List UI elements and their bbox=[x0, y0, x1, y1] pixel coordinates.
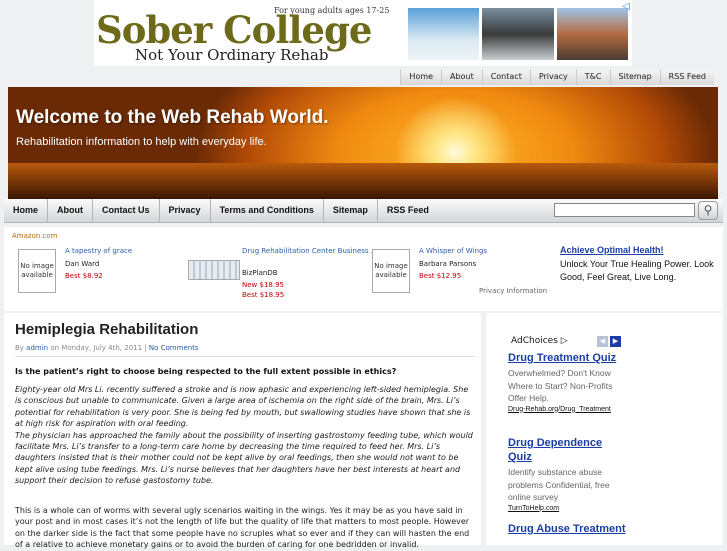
topnav-tc[interactable]: T&C bbox=[575, 70, 610, 85]
sidebar-ad[interactable]: Drug Treatment Quiz Overwhelmed? Don't K… bbox=[508, 351, 628, 415]
product-price: Best $8.92 bbox=[65, 272, 103, 280]
meta-by: By bbox=[15, 344, 27, 352]
post-body-paragraph: This is a whole can of worms with severa… bbox=[15, 506, 470, 550]
adchoices-text: AdChoices bbox=[511, 336, 558, 346]
search-input[interactable] bbox=[554, 203, 695, 217]
main-nav: Home About Contact Us Privacy Terms and … bbox=[4, 199, 723, 223]
amazon-widget: Amazon.com No image available A tapestry… bbox=[4, 227, 723, 311]
banner-photo-snow bbox=[408, 8, 480, 60]
search-icon[interactable]: ⚲ bbox=[698, 201, 718, 220]
post-content: Hemiplegia Rehabilitation By admin on Mo… bbox=[4, 313, 481, 549]
ad-body: Overwhelmed? Don't Know Where to Start? … bbox=[508, 368, 613, 403]
topnav-rss[interactable]: RSS Feed bbox=[659, 70, 714, 85]
nav-about[interactable]: About bbox=[48, 199, 94, 222]
nav-terms[interactable]: Terms and Conditions bbox=[211, 199, 324, 222]
case-paragraph-2: The physician has approached the family … bbox=[15, 430, 473, 486]
prev-arrow-icon[interactable]: ◀ bbox=[597, 336, 608, 347]
ad-pager: ◀ ▶ bbox=[597, 336, 621, 347]
product-price-best: Best $18.95 bbox=[242, 291, 285, 299]
next-arrow-icon[interactable]: ▶ bbox=[610, 336, 621, 347]
product-image-placeholder[interactable]: No image available bbox=[18, 249, 56, 293]
sidebar-ads: AdChoices ▷ ◀ ▶ Drug Treatment Quiz Over… bbox=[486, 313, 723, 545]
banner-photo-group bbox=[482, 8, 554, 60]
promo-text: Unlock Your True Healing Power. Look Goo… bbox=[560, 259, 714, 282]
banner-photo-city bbox=[556, 8, 628, 60]
divider bbox=[15, 356, 475, 357]
nav-privacy[interactable]: Privacy bbox=[160, 199, 211, 222]
comments-link[interactable]: No Comments bbox=[149, 344, 199, 352]
ad-title[interactable]: Drug Abuse Treatment bbox=[508, 522, 628, 536]
post-title[interactable]: Hemiplegia Rehabilitation bbox=[15, 321, 198, 338]
adchoices-triangle-icon[interactable]: ◁ bbox=[622, 1, 630, 12]
product-title[interactable]: A Whisper of Wings bbox=[419, 247, 487, 255]
nav-home[interactable]: Home bbox=[4, 199, 49, 222]
banner-photos bbox=[408, 8, 628, 60]
adchoices-play-icon: ▷ bbox=[560, 336, 568, 346]
topnav-privacy[interactable]: Privacy bbox=[529, 70, 576, 85]
product-price: Best $12.95 bbox=[419, 272, 462, 280]
banner-slogan: Not Your Ordinary Rehab bbox=[135, 46, 329, 64]
nav-sitemap[interactable]: Sitemap bbox=[324, 199, 378, 222]
topnav-sitemap[interactable]: Sitemap bbox=[609, 70, 660, 85]
topnav-about[interactable]: About bbox=[441, 70, 482, 85]
nav-rss-feed[interactable]: RSS Feed bbox=[378, 199, 438, 222]
site-subtitle: Rehabilitation information to help with … bbox=[16, 136, 267, 148]
ad-url[interactable]: Drug-Rehab.org/Drug_Treatment bbox=[508, 405, 628, 415]
product-author: Dan Ward bbox=[65, 260, 100, 268]
case-paragraphs: Eighty-year old Mrs Li. recently suffere… bbox=[15, 384, 475, 487]
product-author: BizPlanDB bbox=[242, 269, 278, 277]
top-banner-ad[interactable]: For young adults ages 17-25 Sober Colleg… bbox=[94, 0, 632, 66]
product-image[interactable] bbox=[188, 260, 240, 280]
top-nav: Home About Contact Privacy T&C Sitemap R… bbox=[400, 70, 714, 85]
ad-body: Identify substance abuse problems Confid… bbox=[508, 467, 610, 502]
product-image-placeholder[interactable]: No image available bbox=[372, 249, 410, 293]
product-title[interactable]: Drug Rehabilitation Center Business ... bbox=[242, 247, 377, 255]
topnav-contact[interactable]: Contact bbox=[481, 70, 530, 85]
product-price-new: New $18.95 bbox=[242, 281, 284, 289]
product-author: Barbara Parsons bbox=[419, 260, 477, 268]
ad-url[interactable]: TurnToHelp.com bbox=[508, 504, 628, 514]
hero-landscape bbox=[8, 163, 718, 199]
nav-contact-us[interactable]: Contact Us bbox=[93, 199, 160, 222]
post-question: Is the patient’s right to choose being r… bbox=[15, 367, 397, 376]
ad-title[interactable]: Drug Treatment Quiz bbox=[508, 351, 628, 365]
product-title[interactable]: A tapestry of grace bbox=[65, 247, 132, 255]
author-link[interactable]: admin bbox=[26, 344, 48, 352]
case-paragraph-1: Eighty-year old Mrs Li. recently suffere… bbox=[15, 385, 471, 429]
topnav-home[interactable]: Home bbox=[400, 70, 442, 85]
sidebar-ad[interactable]: Drug Abuse Treatment bbox=[508, 522, 628, 536]
ad-title[interactable]: Drug Dependence Quiz bbox=[508, 436, 628, 464]
promo-title-link[interactable]: Achieve Optimal Health! bbox=[560, 245, 664, 255]
amazon-logo[interactable]: Amazon.com bbox=[12, 232, 57, 240]
post-meta: By admin on Monday, July 4th, 2011 | No … bbox=[15, 344, 199, 352]
sidebar-ad[interactable]: Drug Dependence Quiz Identify substance … bbox=[508, 436, 628, 514]
privacy-information-link[interactable]: Privacy Information bbox=[479, 287, 547, 295]
hero-banner: Welcome to the Web Rehab World. Rehabili… bbox=[8, 87, 718, 199]
meta-date: on Monday, July 4th, 2011 | bbox=[48, 344, 149, 352]
site-title[interactable]: Welcome to the Web Rehab World. bbox=[16, 107, 328, 129]
adchoices-label[interactable]: AdChoices ▷ bbox=[511, 336, 568, 346]
